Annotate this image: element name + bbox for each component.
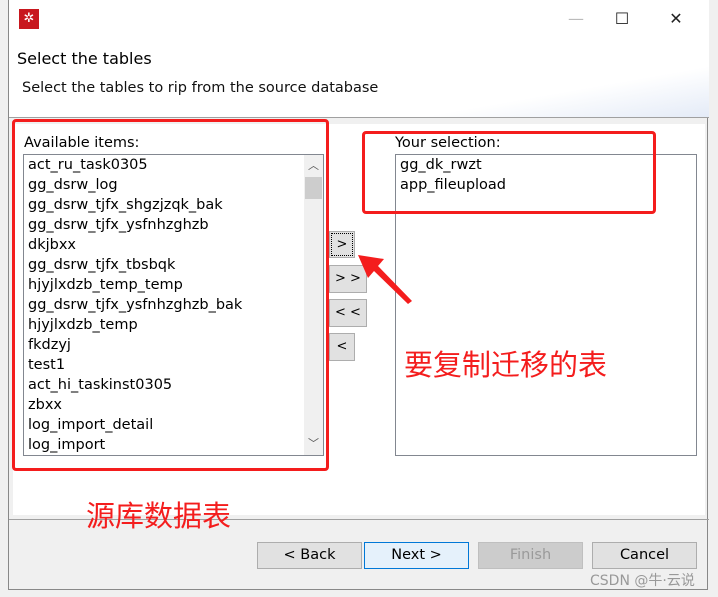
close-icon: ✕ xyxy=(669,9,683,28)
page-subtitle: Select the tables to rip from the source… xyxy=(22,80,379,96)
title-bar: ✲ — ☐ ✕ xyxy=(9,0,709,38)
wizard-header: Select the tables Select the tables to r… xyxy=(9,38,709,118)
selection-annotation: 要复制迁移的表 xyxy=(404,348,608,382)
next-label: Next > xyxy=(391,547,442,563)
finish-button[interactable]: Finish xyxy=(478,542,583,569)
page-title: Select the tables xyxy=(17,49,152,68)
next-button[interactable]: Next > xyxy=(364,542,469,569)
annotation-arrow-icon xyxy=(358,255,412,304)
back-label: < Back xyxy=(283,547,336,563)
back-button[interactable]: < Back xyxy=(257,542,362,569)
remove-button[interactable]: < xyxy=(329,333,355,361)
watermark: CSDN @牛·云说 xyxy=(590,573,695,589)
maximize-button[interactable]: ☐ xyxy=(599,4,645,34)
finish-label: Finish xyxy=(509,547,552,563)
close-button[interactable]: ✕ xyxy=(653,4,699,34)
annotation-box-selection xyxy=(362,131,656,214)
source-annotation: 源库数据表 xyxy=(86,499,232,533)
annotation-box-available xyxy=(12,119,329,471)
maximize-icon: ☐ xyxy=(614,9,630,28)
minimize-icon: — xyxy=(568,9,584,28)
minimize-button[interactable]: — xyxy=(553,4,599,34)
cancel-label: Cancel xyxy=(619,547,670,563)
app-logo-icon: ✲ xyxy=(19,9,39,29)
cancel-button[interactable]: Cancel xyxy=(592,542,697,569)
